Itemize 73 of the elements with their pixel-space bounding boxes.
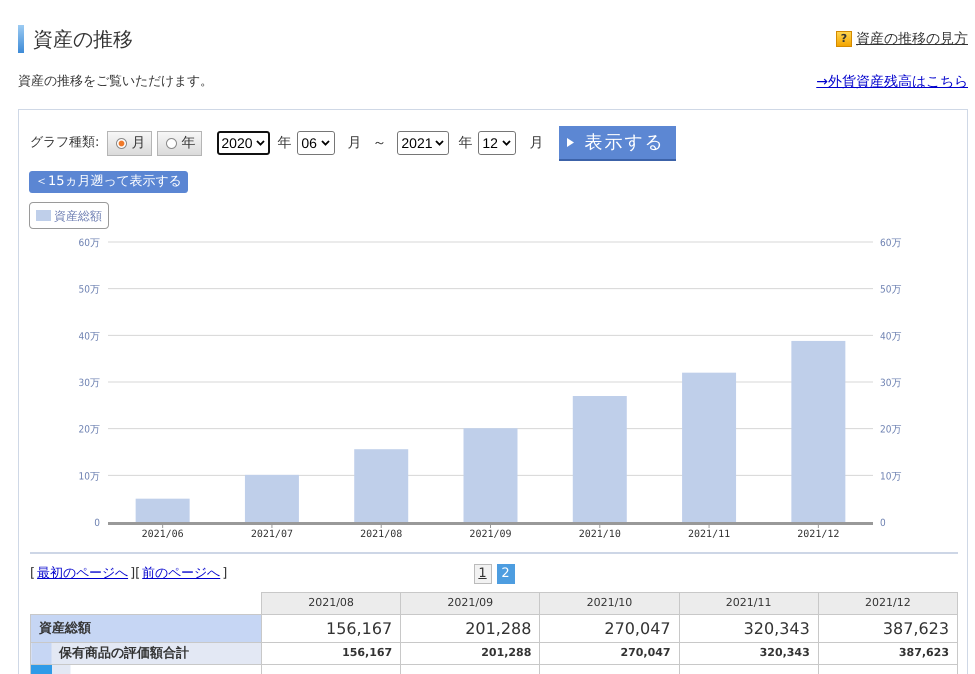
table-cell: 270,047	[540, 614, 680, 642]
triangle-icon	[567, 138, 574, 146]
radio-option[interactable]: 年	[157, 130, 202, 156]
table-cell: 201,288	[400, 642, 540, 664]
page-number[interactable]: 1	[474, 564, 492, 584]
column-header: 2021/11	[679, 592, 818, 614]
title-accent-bar	[18, 25, 24, 53]
axis-label: 60万	[880, 238, 902, 249]
axis-label: 50万	[78, 284, 100, 296]
table-cell: 387,623	[818, 642, 958, 664]
dropdown[interactable]: 2020	[217, 131, 270, 155]
axis-label: 20万	[880, 424, 902, 436]
bracket-text: ]	[222, 566, 228, 582]
range-separator: ～	[372, 134, 386, 152]
column-header: 2021/10	[540, 592, 680, 614]
chevron-icon	[321, 140, 330, 146]
axis-label: 0	[94, 518, 100, 529]
dropdown[interactable]: 12	[478, 131, 516, 155]
bar	[136, 498, 190, 522]
axis-label: 2021/06	[142, 529, 184, 540]
show-button[interactable]: 表示する	[559, 126, 676, 160]
column-header: 2021/12	[818, 592, 958, 614]
chevron-icon	[435, 140, 444, 146]
dropdown[interactable]: 2021	[397, 131, 450, 155]
column-header: 2021/08	[262, 592, 401, 614]
unit-label: 月	[347, 134, 362, 152]
foreign-balance-link[interactable]: →外貨資産残高はこちら	[816, 72, 968, 92]
chevron-icon	[256, 140, 266, 146]
table-cell: 320,343	[679, 614, 818, 642]
axis-label: 60万	[78, 238, 100, 249]
page-link[interactable]: 最初のページへ	[35, 566, 130, 582]
bracket-text: [	[135, 566, 140, 582]
table-cell: 320,343	[679, 642, 818, 664]
chevron-icon	[502, 140, 512, 146]
dropdown[interactable]: 06	[297, 131, 336, 155]
axis-label: 2021/11	[688, 529, 730, 540]
bracket-text: [	[30, 566, 36, 582]
table-cell: 270,047	[540, 642, 680, 664]
axis-label: 2021/07	[250, 529, 293, 540]
unit-label: 月	[529, 134, 544, 152]
legend-label: 資産総額	[54, 208, 102, 224]
table-cell: 156,167	[262, 614, 401, 642]
page-link[interactable]: 前のページへ	[140, 566, 222, 582]
axis-label: 2021/12	[797, 529, 840, 540]
table-cell: 387,623	[818, 614, 958, 642]
row-header: 保有商品の評価額合計	[30, 642, 262, 664]
unit-label: 年	[458, 134, 472, 152]
description-text: 資産の推移をご覧いただけます。	[18, 73, 213, 92]
axis-label: 2021/10	[578, 529, 621, 540]
axis-label: 50万	[880, 284, 902, 296]
back-15-months-button[interactable]: ＜15ヵ月遡って表示する	[29, 171, 188, 193]
axis-label: 30万	[78, 378, 100, 389]
graph-type-label: グラフ種類:	[30, 134, 100, 152]
axis-label: 2021/08	[360, 529, 402, 540]
page-title: 資産の推移	[33, 26, 133, 53]
bar	[244, 474, 299, 522]
axis-label: 2021/09	[469, 529, 512, 540]
column-header: 2021/09	[400, 592, 540, 614]
axis-label: 30万	[880, 378, 902, 389]
row-header: 資産総額	[30, 614, 262, 642]
axis-label: 0	[880, 518, 886, 529]
table-cell: 156,167	[262, 642, 401, 664]
bracket-text: ]	[130, 566, 136, 582]
table-cell: 201,288	[400, 614, 540, 642]
axis-label: 40万	[880, 331, 902, 342]
axis-label: 40万	[78, 331, 100, 342]
help-icon: ?	[836, 31, 852, 47]
unit-label: 年	[277, 134, 292, 152]
axis-label: 20万	[78, 424, 100, 436]
help-link[interactable]: 資産の推移の見方	[856, 28, 968, 50]
axis-label: 10万	[880, 471, 902, 482]
radio-option[interactable]: 月	[107, 130, 152, 156]
axis-label: 10万	[78, 471, 100, 482]
